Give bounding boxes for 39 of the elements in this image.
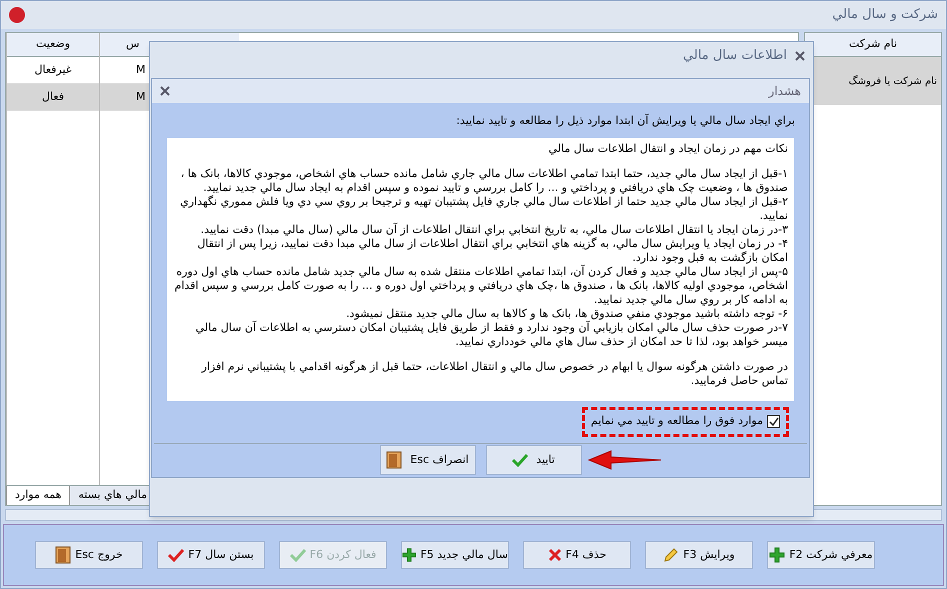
app-logo-icon	[9, 7, 25, 23]
tab[interactable]: همه موارد	[6, 486, 70, 505]
check-icon	[168, 548, 184, 562]
close-icon[interactable]	[795, 51, 805, 61]
note-paragraph: ۲-قبل از ايجاد سال مالي جديد حتما از اطلاعات سال مالي جاري فايل پشتيبان تهيه و ترجيحا بر روي سي دي ويا فلش مموري نگهداري نماييد.	[179, 194, 788, 222]
note-paragraph: ۶- توجه داشته باشيد موجودي منفي صندوق ها، بانک ها و کالاها به سال مالي جديد منتقل نميشود.	[345, 306, 788, 320]
note-paragraph: ۳-در زمان ايجاد يا انتقال اطلاعات سال مالي، به تاريخ انتخابي براي انتقال اطلاعات از آن سال مالي (سال مالي مبدا) دقت نماييد.	[200, 222, 788, 236]
column-header: وضعيت	[7, 33, 99, 57]
note-paragraph: در صورت داشتن هرگونه سوال يا ابهام در خصوص سال مالي و انتقال اطلاعات، حتما قبل از هرگونه اقدامي با پشتيباني نرم افزار تماس حاصل فرماييد.	[200, 360, 788, 388]
window-title: شرکت و سال مالي	[832, 6, 938, 24]
cross-icon	[548, 548, 562, 562]
notes-heading: نکات مهم در زمان ايجاد و انتقال اطلاعات سال مالي	[547, 142, 788, 156]
note-paragraph: ۴- در زمان ايجاد يا ويرايش سال مالي، به گزينه هاي انتخابي براي انتقال اطلاعات از سال مالي مبدا دقت نماييد، زيرا پس از انتقال امکان بازگشت به قبل وجود ندارد.	[196, 236, 788, 264]
checkbox-icon[interactable]	[767, 415, 780, 428]
plus-icon	[402, 547, 416, 563]
pencil-icon	[663, 547, 680, 563]
door-icon	[386, 451, 402, 470]
note-paragraph: ۷-در صورت حذف سال مالي امکان بازيابي آن وجود ندارد و فقط از طريق فايل پشتيبان امکان دسترسي به اطلاعات آن سال مالي ميسر خواهد بود، لذا تا حد امکان از حذف سال هاي مالي خودداري نماييد.	[194, 320, 788, 348]
toolbar-button[interactable]: حذف F4	[523, 541, 631, 569]
close-icon[interactable]	[160, 86, 170, 96]
table-cell: فعال	[7, 84, 99, 111]
dialog-button[interactable]: انصراف Esc	[380, 445, 476, 476]
plus-icon	[769, 547, 786, 563]
note-paragraph: ۵-پس از ايجاد سال مالي جديد و فعال کردن آن، ابتدا تمامي اطلاعات منتقل شده به سال مالي جديد شامل مانده حساب هاي اول دوره اشخاص، موجودي اوليه کالاها، بانک ها ، صندوق ها ،چک هاي دريافتي و پرداختي اول دوره و ... را به صورت کامل بررسي و سپس اقدام به ادامه کار بر روي سال مالي جديد نماييد.	[174, 264, 788, 306]
dialog-button[interactable]: تاييد	[486, 445, 582, 476]
door-icon	[55, 546, 72, 564]
column-header: نام شرکت	[805, 33, 941, 57]
intro-text: براي ايجاد سال مالي يا ويرايش آن ابتدا موارد ذيل را مطالعه و تاييد نماييد:	[455, 112, 796, 129]
check-icon	[512, 453, 528, 468]
toolbar-button[interactable]: ويرايش F3	[645, 541, 753, 569]
agree-checkbox[interactable]: موارد فوق را مطالعه و تاييد مي نمايم	[590, 413, 780, 430]
toolbar-button[interactable]: خروج Esc	[35, 541, 143, 569]
dialog-title: هشدار	[768, 83, 801, 100]
toolbar-button[interactable]: سال مالي جديد F5	[401, 541, 509, 569]
toolbar-button[interactable]: معرفي شرکت F2	[767, 541, 875, 569]
note-paragraph: ۱-قبل از ايجاد سال مالي جديد، حتما ابتدا تمامي اطلاعات سال مالي جاري شامل مانده حساب هاي اشخاص، موجودي کالاها، بانک ها ، صندوق ها ، وضعيت چک هاي دريافتي و پرداختي و ... را کامل بررسي و تاييد نموده و سپس اقدام به ايجاد سال مالي جديد نماييد.	[180, 166, 788, 194]
toolbar-button[interactable]: بستن سال F7	[157, 541, 265, 569]
check-icon	[290, 548, 306, 562]
dialog-title: اطلاعات سال مالي	[683, 47, 787, 66]
